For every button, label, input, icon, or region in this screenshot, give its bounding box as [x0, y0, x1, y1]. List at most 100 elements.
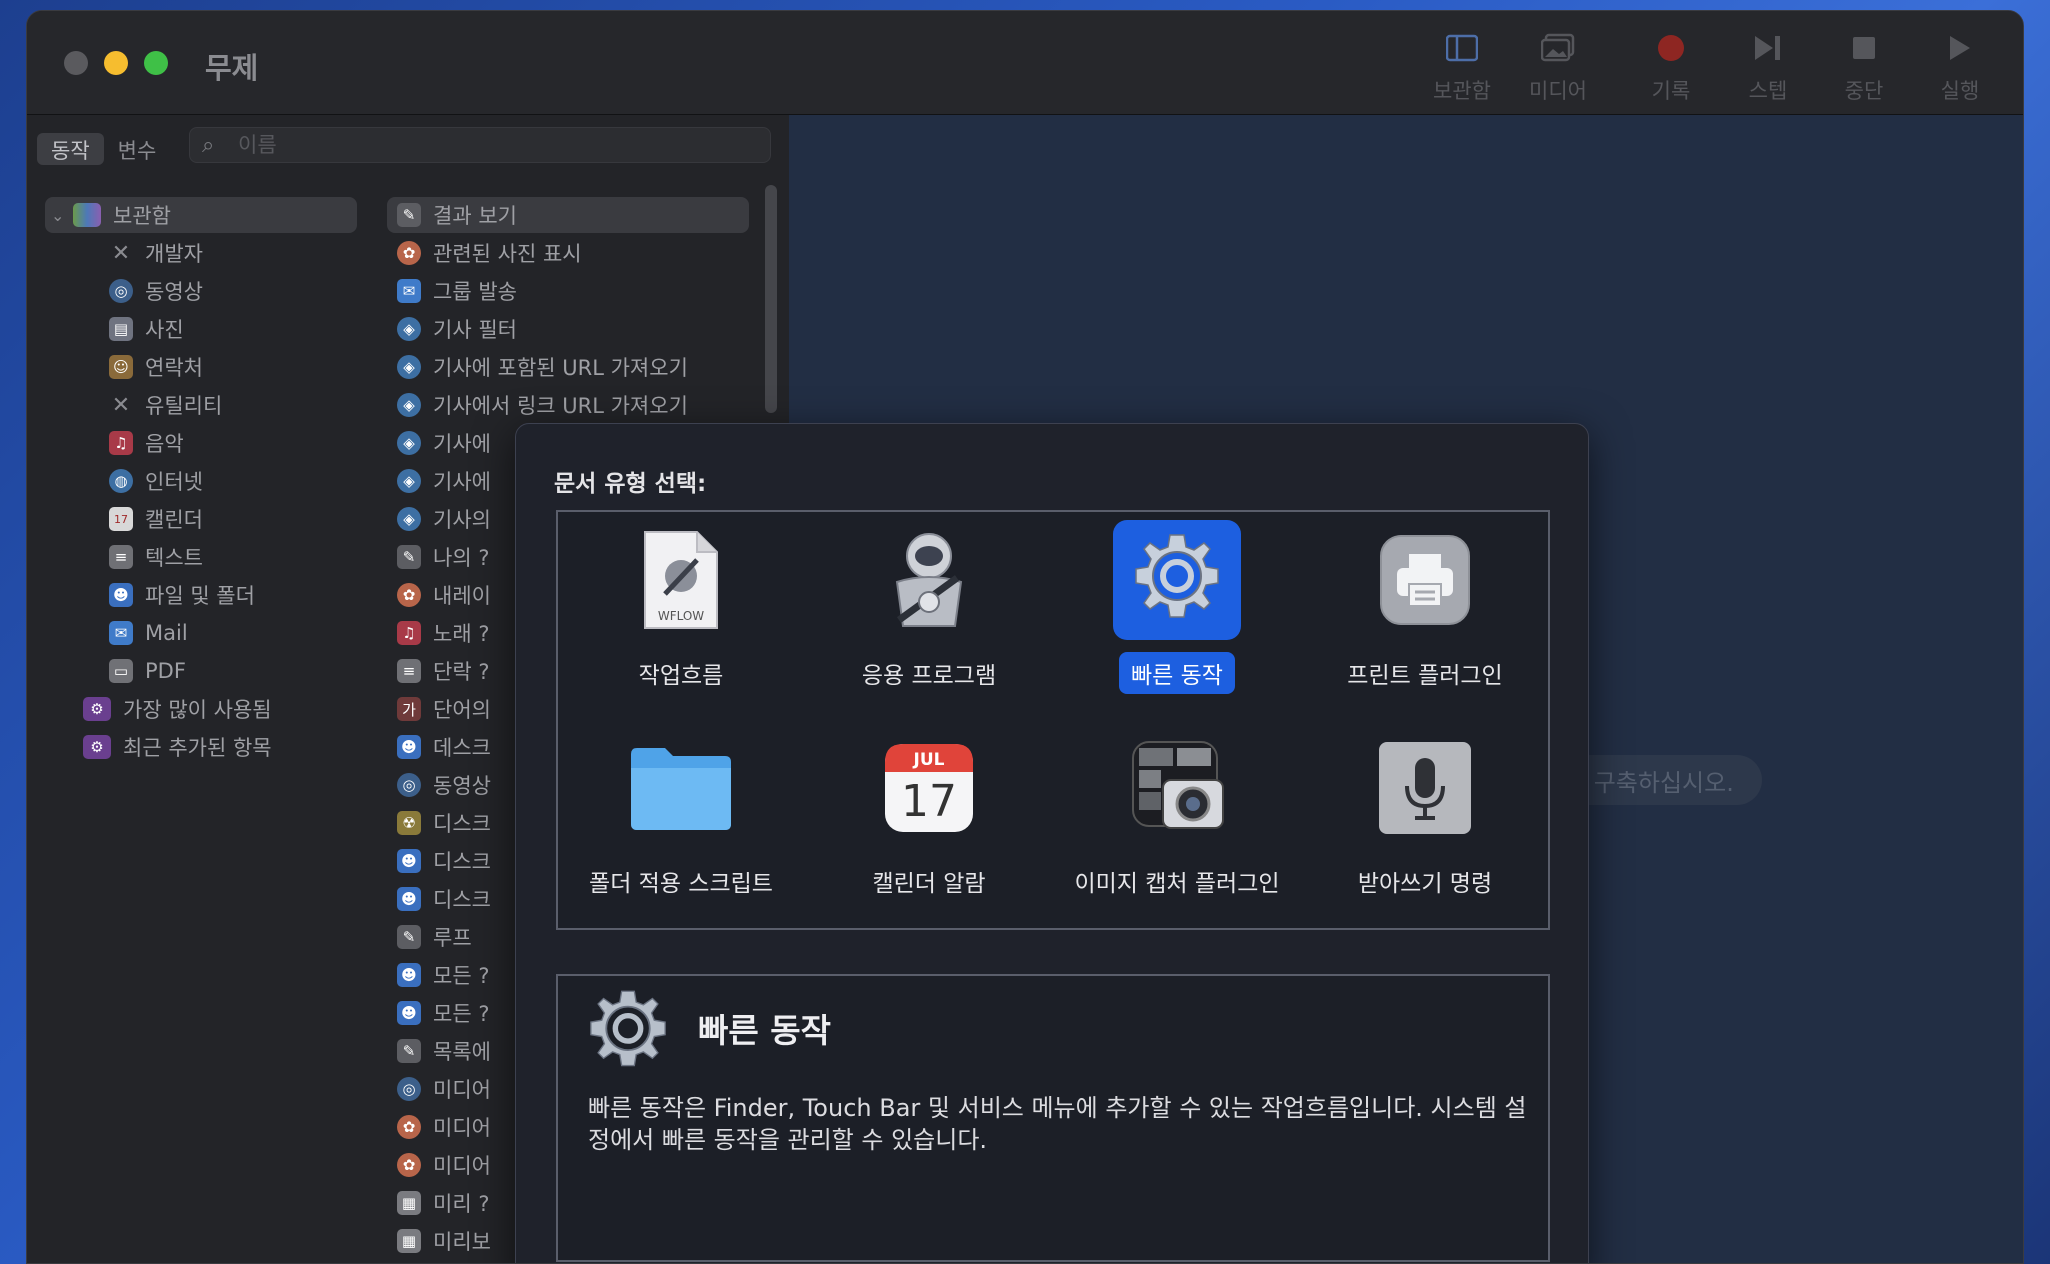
safari-icon: ◈ [397, 317, 421, 341]
action-item[interactable]: ☻ 디스크 [397, 881, 491, 917]
tab-actions[interactable]: 동작 [37, 133, 104, 165]
quicktime-icon: ◎ [109, 279, 133, 303]
action-item[interactable]: ◈ 기사에 [397, 463, 491, 499]
finder-icon: ☻ [397, 963, 421, 987]
minimize-window-button[interactable] [104, 51, 128, 75]
folder-icon [617, 728, 745, 848]
actions-scrollbar[interactable] [765, 185, 777, 413]
action-item[interactable]: ◈ 기사에 포함된 URL 가져오기 [397, 349, 688, 385]
action-item[interactable]: ◈ 기사에 [397, 425, 491, 461]
safari-icon: ◈ [397, 507, 421, 531]
library-item-contacts[interactable]: ☺ 연락처 [109, 349, 203, 385]
library-item-calendar[interactable]: 17 캘린더 [109, 501, 203, 537]
svg-text:17: 17 [901, 776, 957, 827]
action-item[interactable]: ✎ 루프 [397, 919, 472, 955]
action-item[interactable]: ☻ 모든 ? [397, 995, 489, 1031]
safari-icon: ◈ [397, 469, 421, 493]
pdf-document-icon: ▭ [109, 659, 133, 683]
library-item-files-folders[interactable]: ☻ 파일 및 폴더 [109, 577, 255, 613]
action-item[interactable]: ✿ 미디어 [397, 1147, 491, 1183]
library-item-internet[interactable]: ◍ 인터넷 [109, 463, 203, 499]
action-item[interactable]: ◈ 기사의 [397, 501, 491, 537]
action-item[interactable]: ✿ 관련된 사진 표시 [397, 235, 582, 271]
action-item[interactable]: ✎ 나의 ? [397, 539, 489, 575]
document-type-grid: WFLOW 작업흐름 응용 프로그램 빠른 동작 프린트 플러그인 폴더 적용 … [556, 510, 1550, 930]
type-quick-action[interactable]: 빠른 동작 [1054, 512, 1300, 712]
type-calendar-alarm[interactable]: JUL 17 캘린더 알람 [806, 720, 1052, 920]
photo-icon [1541, 31, 1575, 65]
finder-icon: ☻ [397, 887, 421, 911]
library-most-used[interactable]: ⚙ 가장 많이 사용됨 [83, 691, 272, 727]
action-item[interactable]: ✎ 목록에 [397, 1033, 491, 1069]
library-item-developer[interactable]: ✕ 개발자 [109, 235, 203, 271]
preview-icon: ▦ [397, 1191, 421, 1215]
zoom-window-button[interactable] [144, 51, 168, 75]
library-item-music[interactable]: ♫ 음악 [109, 425, 184, 461]
tab-variables[interactable]: 변수 [104, 133, 171, 165]
safari-icon: ◈ [397, 431, 421, 455]
toolbar-step-button[interactable]: 스텝 [1723, 31, 1813, 105]
calendar-icon: 17 [109, 507, 133, 531]
preview-icon: ▦ [397, 1229, 421, 1253]
action-item[interactable]: ◈ 기사에서 링크 URL 가져오기 [397, 387, 688, 423]
action-item[interactable]: ◎ 동영상 [397, 767, 491, 803]
toolbar-media-button[interactable]: 미디어 [1513, 31, 1603, 105]
contacts-icon: ☺ [109, 355, 133, 379]
finder-icon: ☻ [397, 735, 421, 759]
action-item[interactable]: ◎ 미디어 [397, 1071, 491, 1107]
search-input[interactable] [238, 132, 738, 158]
toolbar-stop-button[interactable]: 중단 [1819, 31, 1909, 105]
action-item[interactable]: ☻ 디스크 [397, 843, 491, 879]
photos-app-icon: ✿ [397, 1115, 421, 1139]
toolbar-library-button[interactable]: 보관함 [1417, 31, 1507, 105]
action-item[interactable]: ✉ 그룹 발송 [397, 273, 517, 309]
action-item[interactable]: ✿ 내레이 [397, 577, 491, 613]
photos-app-icon: ✿ [397, 1153, 421, 1177]
type-workflow[interactable]: WFLOW 작업흐름 [558, 512, 804, 712]
music-note-icon: ♫ [397, 621, 421, 645]
action-item[interactable]: ▦ 미리 ? [397, 1185, 489, 1221]
workflow-document-icon: WFLOW [617, 520, 745, 640]
step-icon [1751, 31, 1785, 65]
automator-icon: ✎ [397, 545, 421, 569]
toolbar-record-button[interactable]: 기록 [1626, 31, 1716, 105]
library-item-text[interactable]: ≡ 텍스트 [109, 539, 203, 575]
action-item[interactable]: ≡ 단락 ? [397, 653, 489, 689]
action-item[interactable]: ✎ 결과 보기 [387, 197, 749, 233]
close-window-button[interactable] [64, 51, 88, 75]
type-image-capture-plugin[interactable]: 이미지 캡처 플러그인 [1054, 720, 1300, 920]
music-note-icon: ♫ [109, 431, 133, 455]
finder-icon: ☻ [109, 583, 133, 607]
tools-icon: ✕ [111, 240, 131, 266]
library-root[interactable]: ⌄ 보관함 [45, 197, 357, 233]
action-item[interactable]: ▦ 미리보 [397, 1223, 491, 1259]
library-item-mail[interactable]: ✉ Mail [109, 615, 188, 651]
type-dictation-command[interactable]: 받아쓰기 명령 [1302, 720, 1548, 920]
action-item[interactable]: ☻ 모든 ? [397, 957, 489, 993]
action-item[interactable]: ☢ 디스크 [397, 805, 491, 841]
library-item-pdf[interactable]: ▭ PDF [109, 653, 186, 689]
automator-robot-icon [865, 520, 993, 640]
action-item[interactable]: ✿ 미디어 [397, 1109, 491, 1145]
chevron-down-icon[interactable]: ⌄ [51, 206, 73, 225]
library-recently-added[interactable]: ⚙ 최근 추가된 항목 [83, 729, 272, 765]
automator-window: 무제 보관함 미디어 기록 스텝 중단 실행 동작 변수 ⌕ 이름 ⌄ 보관함 … [26, 10, 2024, 1264]
library-item-photos[interactable]: ▤ 사진 [109, 311, 184, 347]
type-folder-action[interactable]: 폴더 적용 스크립트 [558, 720, 804, 920]
automator-icon: ✎ [397, 203, 421, 227]
window-title: 무제 [205, 51, 259, 85]
action-item[interactable]: 가 단어의 [397, 691, 491, 727]
search-field[interactable]: ⌕ [189, 127, 771, 163]
action-item[interactable]: ♫ 노래 ? [397, 615, 489, 651]
action-item[interactable]: ☻ 데스크 [397, 729, 491, 765]
type-print-plugin[interactable]: 프린트 플러그인 [1302, 512, 1548, 712]
safari-icon: ◈ [397, 393, 421, 417]
action-item[interactable]: ◈ 기사 필터 [397, 311, 517, 347]
globe-icon: ◍ [109, 469, 133, 493]
library-item-utilities[interactable]: ✕ 유틸리티 [109, 387, 223, 423]
toolbar-run-button[interactable]: 실행 [1915, 31, 2005, 105]
library-item-movies[interactable]: ◎ 동영상 [109, 273, 203, 309]
camera-icon [1113, 728, 1241, 848]
sheet-title: 문서 유형 선택: [554, 471, 707, 497]
type-application[interactable]: 응용 프로그램 [806, 512, 1052, 712]
